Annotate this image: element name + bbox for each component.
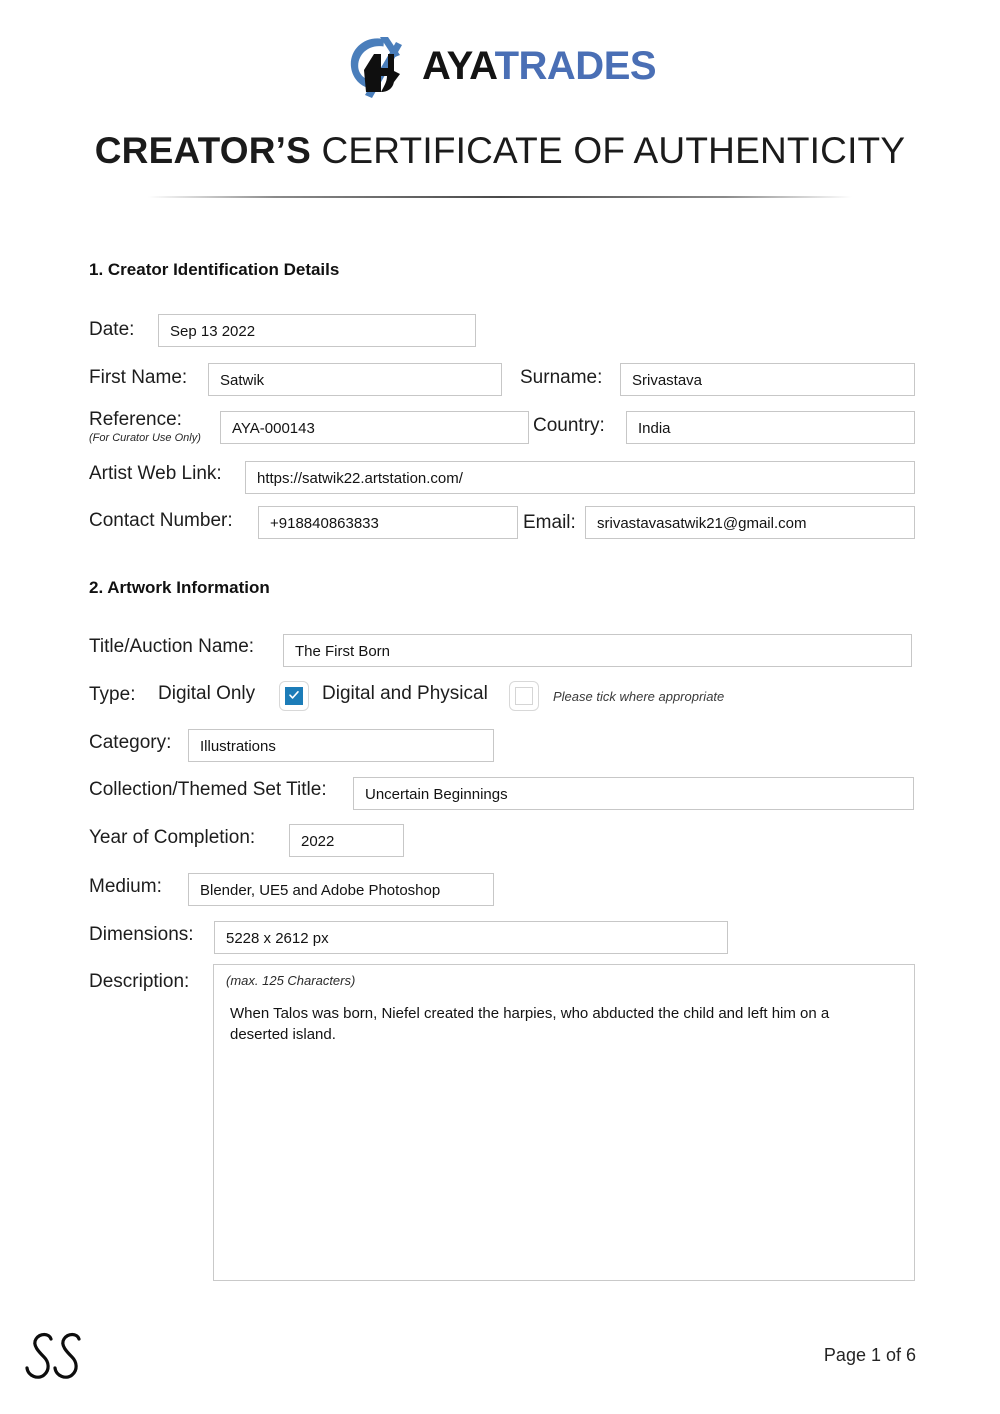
- title-divider: [148, 196, 852, 198]
- section-1-heading: 1. Creator Identification Details: [89, 260, 340, 279]
- section-2-heading: 2. Artwork Information: [89, 578, 270, 597]
- email-input[interactable]: srivastavasatwik21@gmail.com: [585, 506, 915, 539]
- first-name-value: Satwik: [220, 372, 265, 389]
- reference-sublabel: (For Curator Use Only): [89, 432, 201, 444]
- title-auction-input[interactable]: The First Born: [283, 634, 912, 667]
- handwritten-signature-icon: [25, 1332, 81, 1379]
- country-label: Country:: [533, 415, 605, 436]
- page-title: CREATOR’S CERTIFICATE OF AUTHENTICITY: [0, 130, 1000, 172]
- description-value: When Talos was born, Niefel created the …: [230, 1005, 830, 1043]
- reference-input[interactable]: AYA-000143: [220, 411, 529, 444]
- medium-input[interactable]: Blender, UE5 and Adobe Photoshop: [188, 873, 494, 906]
- contact-number-label: Contact Number:: [89, 510, 233, 531]
- contact-number-input[interactable]: +918840863833: [258, 506, 518, 539]
- checkbox-digital-and-physical[interactable]: [509, 681, 539, 711]
- surname-input[interactable]: Srivastava: [620, 363, 915, 396]
- description-hint: (max. 125 Characters): [226, 973, 356, 988]
- type-label: Type:: [89, 684, 136, 705]
- contact-number-value: +918840863833: [270, 515, 379, 532]
- brand-name-trades: TRADES: [494, 44, 657, 88]
- country-input[interactable]: India: [626, 411, 915, 444]
- brand-logo: AYATRADES: [0, 30, 1000, 102]
- email-label: Email:: [523, 512, 576, 533]
- year-input[interactable]: 2022: [289, 824, 404, 857]
- reference-value: AYA-000143: [232, 420, 315, 437]
- description-textarea[interactable]: (max. 125 Characters) When Talos was bor…: [213, 964, 915, 1281]
- date-value: Sep 13 2022: [170, 323, 256, 340]
- title-auction-label: Title/Auction Name:: [89, 636, 255, 657]
- aya-trades-logo-icon: [350, 37, 402, 98]
- artist-web-link-value: https://satwik22.artstation.com/: [257, 470, 463, 487]
- first-name-label: First Name:: [89, 367, 188, 388]
- collection-value: Uncertain Beginnings: [365, 786, 508, 803]
- category-value: Illustrations: [200, 738, 276, 755]
- category-input[interactable]: Illustrations: [188, 729, 494, 762]
- artist-web-link-label: Artist Web Link:: [89, 463, 222, 484]
- collection-input[interactable]: Uncertain Beginnings: [353, 777, 914, 810]
- check-icon: [289, 691, 299, 699]
- first-name-input[interactable]: Satwik: [208, 363, 502, 396]
- year-value: 2022: [301, 833, 335, 850]
- artist-web-link-input[interactable]: https://satwik22.artstation.com/: [245, 461, 915, 494]
- dimensions-value: 5228 x 2612 px: [226, 930, 329, 947]
- surname-label: Surname:: [520, 367, 603, 388]
- brand-wordmark: AYATRADES: [421, 44, 657, 88]
- page-title-bold: CREATOR’S: [94, 130, 312, 171]
- checkbox-digital-only[interactable]: [279, 681, 309, 711]
- year-label: Year of Completion:: [89, 827, 256, 848]
- category-label: Category:: [89, 732, 172, 753]
- type-option-digital-only-label: Digital Only: [158, 683, 256, 704]
- type-option-digital-physical-label: Digital and Physical: [322, 683, 488, 704]
- medium-value: Blender, UE5 and Adobe Photoshop: [200, 882, 441, 899]
- page-title-rest: CERTIFICATE OF AUTHENTICITY: [311, 130, 906, 171]
- title-auction-value: The First Born: [295, 643, 391, 660]
- medium-label: Medium:: [89, 876, 162, 897]
- page-number: Page 1 of 6: [823, 1345, 916, 1365]
- surname-value: Srivastava: [632, 372, 703, 389]
- brand-name-aya: AYA: [421, 44, 495, 88]
- collection-label: Collection/Themed Set Title:: [89, 779, 327, 800]
- dimensions-input[interactable]: 5228 x 2612 px: [214, 921, 728, 954]
- type-note: Please tick where appropriate: [553, 689, 725, 704]
- country-value: India: [638, 420, 671, 437]
- reference-label: Reference:: [89, 409, 182, 430]
- dimensions-label: Dimensions:: [89, 924, 194, 945]
- email-value: srivastavasatwik21@gmail.com: [597, 515, 807, 532]
- date-label: Date:: [89, 319, 135, 340]
- date-input[interactable]: Sep 13 2022: [158, 314, 476, 347]
- description-label: Description:: [89, 971, 190, 992]
